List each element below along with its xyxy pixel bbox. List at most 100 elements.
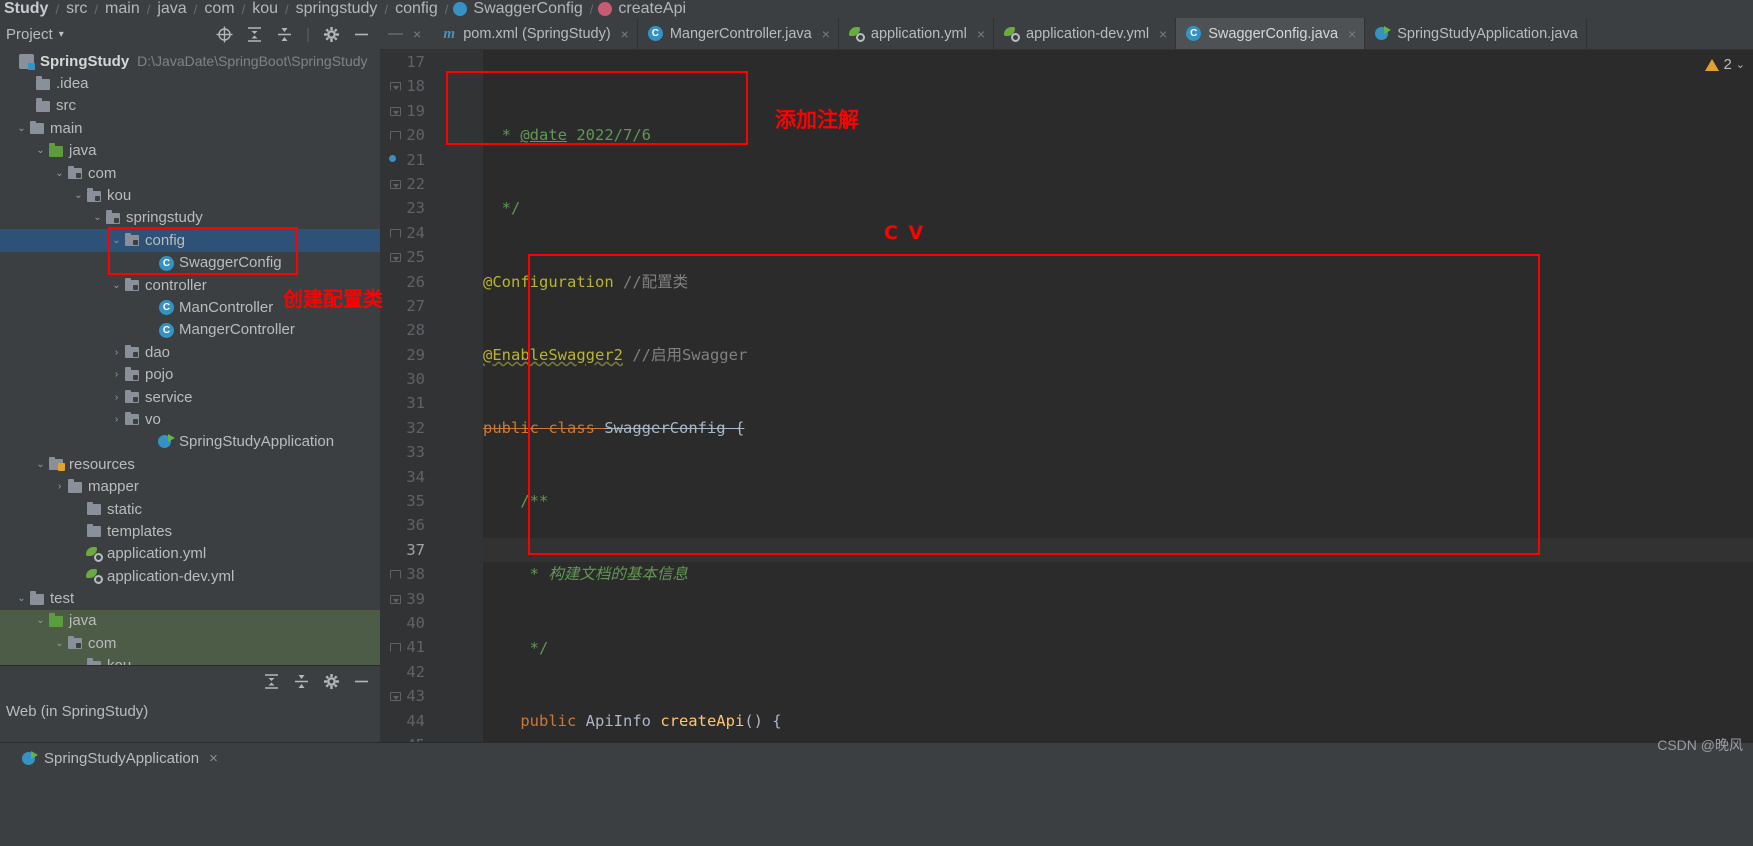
breadcrumb-item-1[interactable]: src — [66, 0, 87, 18]
tree-item-springstudy[interactable]: SpringStudy D:\JavaDate\SpringBoot\Sprin… — [0, 50, 380, 72]
chevron-down-icon[interactable]: ⌄ — [33, 615, 48, 626]
tree-item-idea[interactable]: .idea — [0, 72, 380, 94]
close-icon[interactable]: × — [209, 750, 218, 767]
breadcrumb-item-8[interactable]: SwaggerConfig — [473, 0, 582, 18]
code-text[interactable]: * @date 2022/7/6 */ @Configuration //配置类… — [483, 50, 1753, 742]
settings-gear-icon[interactable] — [323, 26, 340, 43]
chevron-down-icon[interactable]: ▾ — [59, 29, 64, 40]
spring-config-gutter-icon[interactable] — [380, 151, 385, 167]
fold-marker-icon[interactable] — [390, 253, 401, 263]
inspection-widget[interactable]: 2 ⌄ — [1705, 56, 1745, 73]
tab-application-yml[interactable]: application.yml × — [839, 18, 994, 49]
chevron-right-icon[interactable]: › — [109, 414, 124, 425]
fold-marker-icon[interactable] — [390, 643, 401, 653]
chevron-down-icon[interactable]: ⌄ — [14, 593, 29, 604]
tab-application-dev-yml[interactable]: application-dev.yml × — [994, 18, 1177, 49]
tree-item-java-main[interactable]: ⌄ java — [0, 140, 380, 162]
tree-item-src[interactable]: src — [0, 95, 380, 117]
fold-marker-icon[interactable] — [390, 594, 401, 604]
run-tool-window-bar[interactable]: SpringStudyApplication × — [0, 742, 1753, 774]
chevron-down-icon[interactable]: ⌄ — [109, 235, 124, 246]
expand-all-icon[interactable] — [263, 673, 280, 690]
breadcrumb[interactable]: Study / src / main / java / com / kou / … — [0, 0, 1753, 18]
chevron-down-icon[interactable]: ⌄ — [33, 459, 48, 470]
editor-gutter[interactable]: 17 18 19 20 21 22 23 24 25 26 27 28 29 3… — [380, 50, 483, 742]
tab-close-all-icon[interactable]: × — [411, 18, 431, 49]
project-panel-title[interactable]: Project — [6, 26, 53, 43]
tab-manger-controller[interactable]: C MangerController.java × — [638, 18, 839, 49]
chevron-right-icon[interactable]: › — [109, 347, 124, 358]
collapse-all-icon[interactable] — [293, 673, 310, 690]
spring-bean-gutter-icon[interactable] — [380, 663, 385, 679]
tree-item-kou-test[interactable]: ⌄ kou — [0, 654, 380, 665]
tree-item-test[interactable]: ⌄ test — [0, 587, 380, 609]
chevron-down-icon[interactable]: ⌄ — [109, 280, 124, 291]
tab-spring-study-application[interactable]: SpringStudyApplication.java — [1365, 18, 1587, 49]
tree-item-application-dev-yml[interactable]: application-dev.yml — [0, 565, 380, 587]
tree-item-resources[interactable]: ⌄ resources — [0, 453, 380, 475]
code-editor[interactable]: 17 18 19 20 21 22 23 24 25 26 27 28 29 3… — [380, 50, 1753, 742]
fold-marker-icon[interactable] — [390, 106, 401, 116]
breadcrumb-item-6[interactable]: springstudy — [296, 0, 378, 18]
tree-item-mangercontroller[interactable]: C MangerController — [0, 319, 380, 341]
breadcrumb-item-5[interactable]: kou — [252, 0, 278, 18]
close-icon[interactable]: × — [621, 26, 629, 42]
fold-marker-icon[interactable] — [390, 179, 401, 189]
breadcrumb-item-3[interactable]: java — [157, 0, 186, 18]
breadcrumb-item-7[interactable]: config — [395, 0, 438, 18]
chevron-right-icon[interactable]: › — [109, 369, 124, 380]
tree-item-springstudyapplication[interactable]: SpringStudyApplication — [0, 431, 380, 453]
tree-item-templates[interactable]: templates — [0, 520, 380, 542]
chevron-down-icon[interactable]: ⌄ — [52, 638, 67, 649]
collapse-all-icon[interactable] — [276, 26, 293, 43]
tree-item-mapper[interactable]: › mapper — [0, 475, 380, 497]
tree-item-application-yml[interactable]: application.yml — [0, 543, 380, 565]
chevron-right-icon[interactable]: › — [52, 481, 67, 492]
tree-item-java-test[interactable]: ⌄ java — [0, 609, 380, 633]
tree-item-pojo[interactable]: › pojo — [0, 363, 380, 385]
fold-marker-icon[interactable] — [390, 82, 401, 92]
settings-gear-icon[interactable] — [323, 673, 340, 690]
tree-item-vo[interactable]: › vo — [0, 408, 380, 430]
fold-marker-icon[interactable] — [390, 692, 401, 702]
fold-marker-icon[interactable] — [390, 131, 401, 141]
close-icon[interactable]: × — [822, 26, 830, 42]
tree-item-dao[interactable]: › dao — [0, 341, 380, 363]
run-tab-spring-study-application[interactable]: SpringStudyApplication × — [22, 750, 218, 767]
chevron-down-icon[interactable]: ⌄ — [71, 190, 86, 201]
chevron-down-icon[interactable]: ⌄ — [90, 212, 105, 223]
spring-bean-gutter-icon[interactable] — [380, 102, 385, 118]
editor-tab-bar[interactable]: — × m pom.xml (SpringStudy) × C MangerCo… — [380, 18, 1753, 50]
breadcrumb-item-0[interactable]: Study — [4, 0, 48, 18]
tree-item-config[interactable]: ⌄ config — [0, 229, 380, 252]
breadcrumb-item-2[interactable]: main — [105, 0, 140, 18]
close-icon[interactable]: × — [977, 26, 985, 42]
tree-item-main[interactable]: ⌄ main — [0, 117, 380, 139]
close-icon[interactable]: × — [1159, 26, 1167, 42]
breadcrumb-item-9[interactable]: createApi — [618, 0, 686, 18]
tree-item-static[interactable]: static — [0, 498, 380, 520]
hide-panel-icon[interactable] — [353, 26, 370, 43]
hide-panel-icon[interactable] — [353, 673, 370, 690]
tree-item-service[interactable]: › service — [0, 386, 380, 408]
web-facet-label[interactable]: Web (in SpringStudy) — [0, 697, 380, 725]
tree-item-kou[interactable]: ⌄ kou — [0, 184, 380, 206]
chevron-down-icon[interactable]: ⌄ — [1736, 58, 1745, 71]
fold-marker-icon[interactable] — [390, 228, 401, 238]
tree-item-swaggerconfig[interactable]: C SwaggerConfig — [0, 252, 380, 274]
chevron-right-icon[interactable]: › — [109, 392, 124, 403]
fold-marker-icon[interactable] — [390, 570, 401, 580]
project-tree[interactable]: SpringStudy D:\JavaDate\SpringBoot\Sprin… — [0, 50, 380, 665]
tree-item-com-test[interactable]: ⌄ com — [0, 632, 380, 655]
chevron-down-icon[interactable]: ⌄ — [14, 123, 29, 134]
close-icon[interactable]: × — [1348, 26, 1356, 42]
chevron-down-icon[interactable]: ⌄ — [33, 145, 48, 156]
breadcrumb-item-4[interactable]: com — [204, 0, 234, 18]
locate-icon[interactable] — [216, 26, 233, 43]
tree-item-springstudy-pkg[interactable]: ⌄ springstudy — [0, 207, 380, 229]
expand-all-icon[interactable] — [246, 26, 263, 43]
tab-swagger-config[interactable]: C SwaggerConfig.java × — [1176, 18, 1366, 49]
tab-pom-xml[interactable]: m pom.xml (SpringStudy) × — [431, 18, 638, 49]
chevron-down-icon[interactable]: ⌄ — [52, 168, 67, 179]
tab-scroll-icon[interactable]: — — [380, 18, 411, 49]
